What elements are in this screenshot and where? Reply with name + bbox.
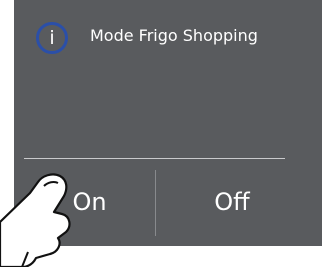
off-button-label: Off: [214, 188, 250, 216]
info-glyph: i: [49, 27, 55, 49]
on-button[interactable]: On: [24, 159, 155, 246]
screen: i Mode Frigo Shopping On Off: [0, 0, 322, 267]
off-button[interactable]: Off: [156, 159, 308, 246]
dialog-title: Mode Frigo Shopping: [90, 26, 258, 45]
info-icon: i: [36, 22, 68, 54]
on-button-label: On: [72, 188, 107, 216]
